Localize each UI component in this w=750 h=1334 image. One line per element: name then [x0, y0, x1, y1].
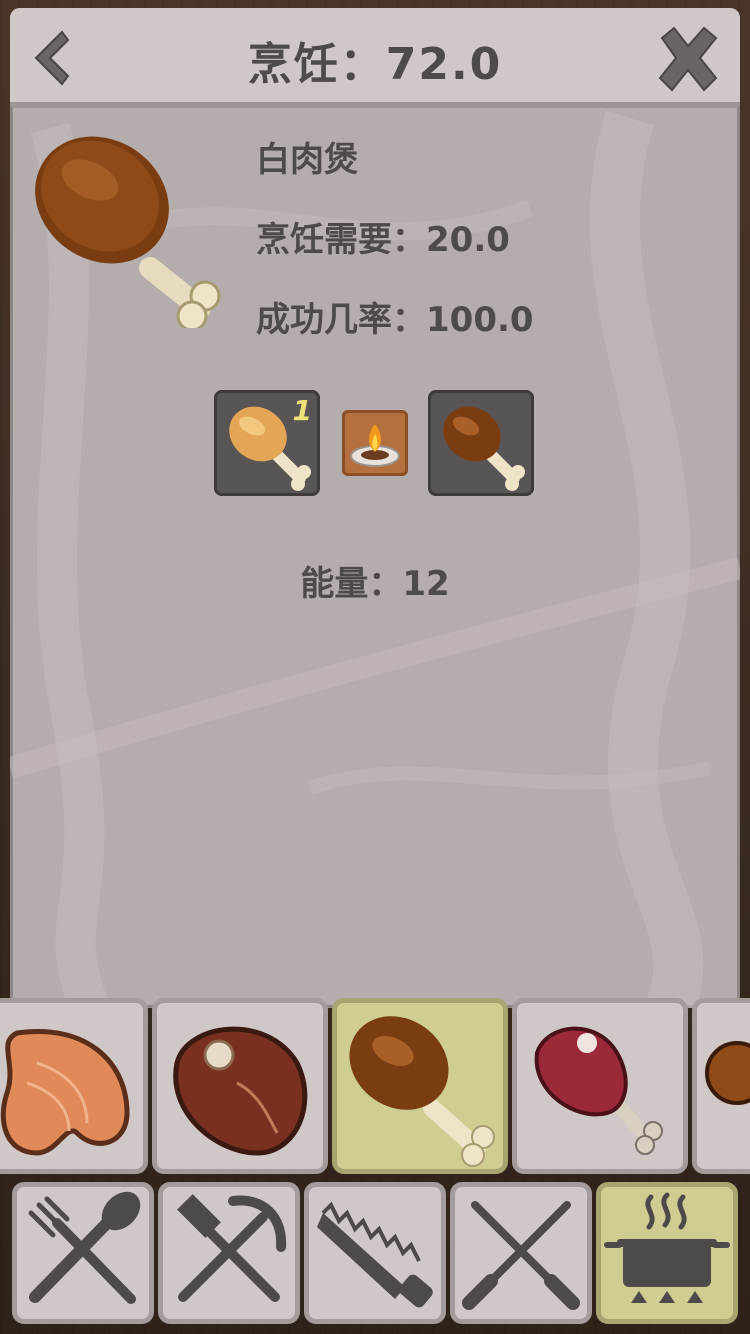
category-weapons[interactable]	[450, 1182, 592, 1324]
success-rate: 成功几率：100.0	[256, 300, 534, 340]
salmon-steak-icon	[0, 1029, 130, 1156]
cooking-pot-icon	[604, 1192, 730, 1303]
ingredient-slot[interactable]: 1	[214, 390, 320, 496]
category-crafting[interactable]	[304, 1182, 446, 1324]
beef-steak-icon	[173, 1026, 308, 1156]
back-button[interactable]	[24, 26, 74, 90]
ingredient-count: 1	[292, 394, 312, 427]
item-name: 白肉煲	[256, 140, 358, 180]
campfire-tool	[342, 410, 408, 476]
ham-leg-icon	[534, 1026, 663, 1155]
recipe-item-drumstick[interactable]	[332, 998, 508, 1174]
category-cooking[interactable]	[596, 1182, 738, 1324]
recipe-item-ham[interactable]	[512, 998, 688, 1174]
pickaxe-hammer-icon	[177, 1194, 287, 1302]
category-bar	[0, 1178, 750, 1334]
campfire-icon	[350, 424, 400, 467]
roasted-drumstick-icon	[35, 136, 221, 328]
close-x-icon	[658, 26, 718, 92]
recipe-item-steak[interactable]	[152, 998, 328, 1174]
roasted-drumstick-icon	[443, 406, 525, 491]
category-food[interactable]	[12, 1182, 154, 1324]
result-slot[interactable]	[428, 390, 534, 496]
crossed-knives-icon	[462, 1201, 580, 1310]
recipe-list	[0, 998, 750, 1178]
cook-requirement: 烹饪需要：20.0	[256, 220, 510, 260]
fork-spoon-icon	[28, 1191, 141, 1304]
chevron-left-icon	[34, 30, 70, 86]
roasted-drumstick-icon	[349, 1016, 495, 1167]
recipe-item-salmon[interactable]	[0, 998, 148, 1174]
close-button[interactable]	[652, 24, 724, 94]
item-image	[30, 128, 230, 328]
energy-value: 能量：12	[300, 564, 450, 604]
category-tools[interactable]	[158, 1182, 300, 1324]
header-bar: 烹饪：72.0	[10, 8, 740, 108]
saw-icon	[317, 1201, 433, 1308]
recipe-item-partial[interactable]	[692, 998, 750, 1174]
page-title: 烹饪：72.0	[247, 39, 503, 90]
partial-food-icon	[705, 1041, 750, 1105]
